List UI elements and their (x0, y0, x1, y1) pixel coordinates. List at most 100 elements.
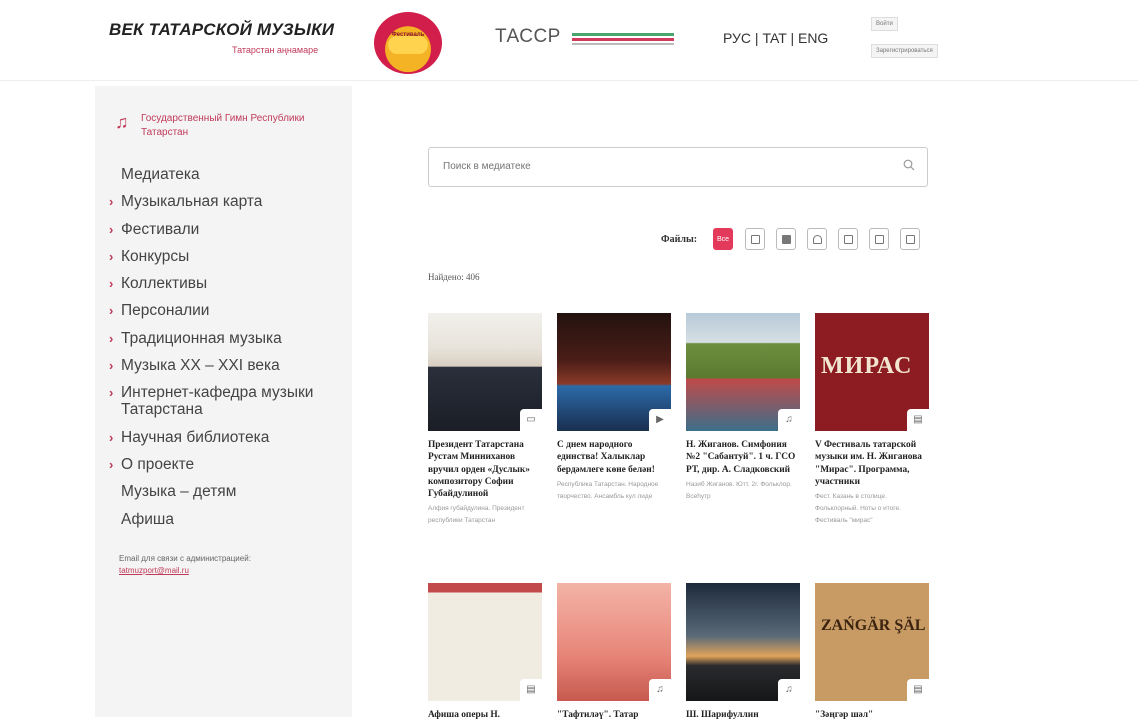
sidebar-nav: Медиатека › Музыкальная карта › Фестивали › Ко… (109, 166, 344, 538)
book-icon (875, 235, 884, 244)
sidebar-item[interactable]: › Коллективы (109, 275, 344, 292)
sidebar-item[interactable]: Музыка – детям (109, 483, 344, 500)
results-count: Найдено: 406 (428, 272, 480, 282)
sidebar-item-label: Традиционная музыка (121, 329, 282, 347)
search-input[interactable] (441, 160, 885, 173)
audio-icon: ♫ (778, 679, 800, 701)
sidebar-item[interactable]: › Традиционная музыка (109, 330, 344, 347)
sidebar-item[interactable]: › О проекте (109, 456, 344, 473)
filter-video-button[interactable] (776, 228, 796, 250)
login-button[interactable]: Войти (871, 17, 898, 31)
card-title[interactable]: С днем народного единства! Халыклар берд… (557, 439, 671, 476)
site-header: ВЕК ТАТАРСКОЙ МУЗЫКИ Татарстан аңнамаре … (0, 0, 1138, 81)
tassr-stripes (572, 33, 674, 45)
document-icon (906, 235, 915, 244)
filter-article-button[interactable] (745, 228, 765, 250)
audio-icon: ♫ (778, 409, 800, 431)
chevron-right-icon: › (109, 456, 114, 472)
filters-label: Файлы: (661, 234, 698, 245)
card-title[interactable]: Н. Жиганов. Симфония №2 "Сабантуй". 1 ч.… (686, 439, 800, 476)
media-card[interactable]: ♫ "Тафтиләү". Татар (557, 583, 671, 724)
language-switcher[interactable]: РУС | TAT | ENG (723, 30, 828, 46)
site-title[interactable]: ВЕК ТАТАРСКОЙ МУЗЫКИ (109, 20, 334, 40)
video-icon (782, 235, 791, 244)
filter-music-button[interactable] (838, 228, 858, 250)
chevron-right-icon: › (109, 358, 114, 374)
sidebar-item-label: Интернет-кафедра музыки Татарстана (121, 384, 314, 419)
card-description: Алфия губайдулина. Президент республики … (428, 505, 525, 525)
card-title[interactable]: Президент Татарстана Рустам Минниханов в… (428, 439, 542, 500)
chevron-right-icon: › (109, 429, 114, 445)
card-title[interactable]: V Фестиваль татарской музыки им. Н. Жига… (815, 439, 929, 488)
card-thumbnail[interactable]: ▶ (557, 313, 671, 431)
tassr-logo[interactable]: ТАССР (495, 26, 561, 48)
filter-audio-button[interactable] (807, 228, 827, 250)
article-icon: ▭ (520, 409, 542, 431)
site-subtitle: Татарстан аңнамаре (232, 45, 319, 55)
card-thumbnail[interactable]: МИРАС ▤ (815, 313, 929, 431)
sidebar-item[interactable]: › Музыка XX – XXI века (109, 357, 344, 374)
logo-text: Фестиваль (391, 32, 425, 38)
card-thumbnail[interactable]: ▤ (428, 583, 542, 701)
card-thumbnail[interactable]: ▭ (428, 313, 542, 431)
card-thumbnail[interactable]: ♫ (557, 583, 671, 701)
sidebar-item-label: Музыка XX – XXI века (121, 357, 280, 375)
sidebar-item-label: Научная библиотека (121, 428, 270, 446)
sidebar-item-label: Конкурсы (121, 247, 190, 265)
sidebar: ♫ Государственный Гимн Республики Татарс… (95, 86, 352, 717)
sidebar-item-label: Коллективы (121, 275, 208, 293)
chevron-right-icon: › (109, 303, 114, 319)
sidebar-item-label: Музыка – детям (121, 483, 237, 501)
card-thumbnail[interactable]: ZAŃGÄR ŞÄL ▤ (815, 583, 929, 701)
contact-block: Email для связи с администрацией: tatmuz… (119, 553, 319, 577)
sidebar-item-label: Афиша (121, 510, 174, 528)
card-thumbnail[interactable]: ♫ (686, 583, 800, 701)
filter-book-button[interactable] (869, 228, 889, 250)
chevron-right-icon: › (109, 221, 114, 237)
anthem-label: Государственный Гимн Республики Татарста… (141, 113, 305, 138)
contact-email-link[interactable]: tatmuzport@mail.ru (119, 566, 189, 575)
sidebar-item[interactable]: › Персоналии (109, 302, 344, 319)
sidebar-item-label: Фестивали (121, 220, 200, 238)
chevron-right-icon: › (109, 194, 114, 210)
sidebar-item-label: Персоналии (121, 302, 210, 320)
sidebar-item[interactable]: Медиатека (109, 166, 344, 183)
sidebar-item[interactable]: › Научная библиотека (109, 429, 344, 446)
contact-label: Email для связи с администрацией: (119, 554, 251, 563)
media-card[interactable]: ▶ С днем народного единства! Халыклар бер… (557, 313, 671, 503)
search-icon[interactable] (903, 159, 915, 171)
media-card[interactable]: МИРАС ▤ V Фестиваль татарской музыки им. Н… (815, 313, 929, 527)
thumbnail-caption: ZAŃGÄR ŞÄL (821, 617, 926, 634)
media-card[interactable]: ♫ Ш. Шарифуллин (686, 583, 800, 724)
card-title[interactable]: "Тафтиләү". Татар (557, 709, 671, 721)
filter-all-button[interactable]: Все (713, 228, 733, 250)
media-card[interactable]: ▭ Президент Татарстана Рустам Минниханов … (428, 313, 542, 527)
sidebar-item[interactable]: Афиша (109, 511, 344, 528)
media-search-box (428, 147, 928, 187)
sidebar-item-label: Музыкальная карта (121, 193, 263, 211)
card-title[interactable]: Ш. Шарифуллин (686, 709, 800, 721)
card-title[interactable]: "Зәңгәр шәл" (815, 709, 929, 721)
document-icon: ▤ (907, 679, 929, 701)
video-icon: ▶ (649, 409, 671, 431)
sidebar-item-label: Медиатека (121, 166, 200, 183)
logo-emblem (388, 36, 428, 54)
register-button[interactable]: Зарегистрироваться (871, 44, 938, 58)
media-card[interactable]: ♫ Н. Жиганов. Симфония №2 "Сабантуй". 1 ч… (686, 313, 800, 503)
sidebar-item[interactable]: › Интернет-кафедра музыки Татарстана (109, 384, 344, 418)
document-icon: ▤ (907, 409, 929, 431)
media-card[interactable]: ▤ Афиша оперы Н. (428, 583, 542, 724)
festival-logo[interactable]: Фестиваль (374, 12, 442, 74)
sidebar-item[interactable]: › Конкурсы (109, 248, 344, 265)
article-icon (751, 235, 760, 244)
card-thumbnail[interactable]: ♫ (686, 313, 800, 431)
media-card[interactable]: ZAŃGÄR ŞÄL ▤ "Зәңгәр шәл" (815, 583, 929, 724)
sidebar-item[interactable]: › Фестивали (109, 221, 344, 238)
card-title[interactable]: Афиша оперы Н. (428, 709, 542, 721)
card-description: Республика Татарстан. Народное творчеств… (557, 480, 659, 500)
audio-icon (813, 235, 822, 244)
sidebar-item[interactable]: › Музыкальная карта (109, 193, 344, 210)
thumbnail-caption: МИРАС (821, 353, 913, 379)
filter-document-button[interactable] (900, 228, 920, 250)
card-description: Фест. Казань в столице. Фольклорный. Нот… (815, 493, 901, 525)
